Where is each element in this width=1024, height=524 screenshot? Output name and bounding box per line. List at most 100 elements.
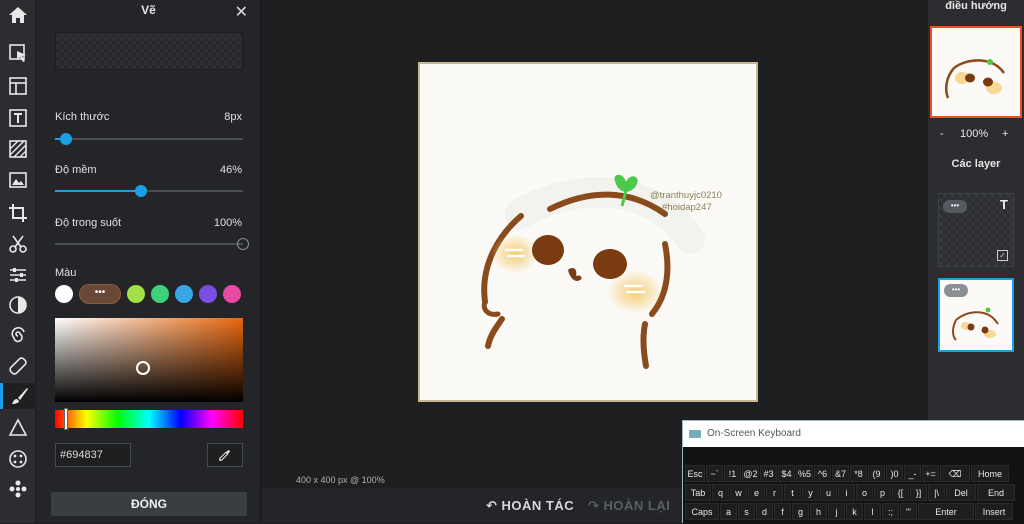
- osk-key[interactable]: s: [738, 503, 755, 520]
- swatch-active[interactable]: •••: [79, 284, 121, 304]
- contrast-icon[interactable]: [4, 292, 32, 318]
- osk-key[interactable]: g: [792, 503, 809, 520]
- osk-key[interactable]: ^6: [814, 465, 831, 482]
- swirl-icon[interactable]: [4, 323, 32, 349]
- osk-key[interactable]: u: [820, 484, 837, 501]
- opacity-slider[interactable]: [55, 238, 249, 250]
- osk-key[interactable]: o: [856, 484, 873, 501]
- osk-key[interactable]: w: [730, 484, 747, 501]
- osk-title-bar[interactable]: On-Screen Keyboard: [683, 421, 1024, 447]
- close-icon[interactable]: ✕: [235, 2, 248, 22]
- crop-icon[interactable]: [4, 200, 32, 226]
- hue-slider-thumb[interactable]: [64, 408, 68, 430]
- navigator-thumbnail[interactable]: [930, 26, 1022, 118]
- opacity-value: 100%: [213, 217, 242, 229]
- osk-key[interactable]: ⌫: [940, 465, 970, 482]
- eyedropper-icon: [219, 449, 231, 461]
- osk-key[interactable]: Caps: [685, 503, 719, 520]
- softness-slider[interactable]: [55, 185, 243, 197]
- osk-key[interactable]: p: [874, 484, 891, 501]
- drawing-canvas[interactable]: @tranthuyjc0210 #hoidap247: [418, 62, 758, 402]
- osk-key[interactable]: :;: [882, 503, 899, 520]
- osk-key[interactable]: ~`: [706, 465, 723, 482]
- osk-key[interactable]: $4: [778, 465, 795, 482]
- softness-slider-thumb[interactable]: [135, 185, 148, 197]
- hue-slider[interactable]: [55, 408, 243, 430]
- osk-key[interactable]: "': [900, 503, 917, 520]
- layer-text[interactable]: ••• T ✓: [938, 193, 1014, 267]
- osk-key[interactable]: {[: [892, 484, 909, 501]
- osk-key[interactable]: d: [756, 503, 773, 520]
- osk-key[interactable]: +=: [922, 465, 939, 482]
- osk-key[interactable]: }]: [910, 484, 927, 501]
- osk-key[interactable]: Esc: [685, 465, 705, 482]
- bandage-icon[interactable]: [4, 353, 32, 379]
- size-slider-thumb[interactable]: [60, 133, 73, 145]
- osk-key[interactable]: f: [774, 503, 791, 520]
- osk-key[interactable]: y: [802, 484, 819, 501]
- osk-key[interactable]: l: [864, 503, 881, 520]
- osk-key[interactable]: _-: [904, 465, 921, 482]
- swatch-purple[interactable]: [199, 285, 217, 303]
- osk-key[interactable]: !1: [724, 465, 741, 482]
- layer-drawing[interactable]: •••: [938, 278, 1014, 352]
- effects-icon[interactable]: [4, 476, 32, 502]
- image-icon[interactable]: [4, 167, 32, 193]
- hex-color-input[interactable]: [55, 443, 131, 467]
- layout-icon[interactable]: [4, 73, 32, 99]
- home-icon[interactable]: [4, 2, 32, 28]
- cut-icon[interactable]: [4, 231, 32, 257]
- zoom-out-button[interactable]: -: [940, 128, 944, 140]
- osk-key[interactable]: j: [828, 503, 845, 520]
- pattern-icon[interactable]: [4, 136, 32, 162]
- osk-key[interactable]: h: [810, 503, 827, 520]
- swatch-green[interactable]: [151, 285, 169, 303]
- size-slider[interactable]: [55, 133, 243, 145]
- brush-icon[interactable]: [0, 383, 36, 409]
- select-icon[interactable]: [4, 40, 32, 66]
- osk-key[interactable]: k: [846, 503, 863, 520]
- panel-title: Vẽ: [141, 3, 156, 17]
- osk-key[interactable]: e: [748, 484, 765, 501]
- layer-preview: [952, 307, 999, 341]
- layer-menu-button[interactable]: •••: [943, 200, 967, 213]
- osk-key[interactable]: )0: [886, 465, 903, 482]
- osk-key[interactable]: r: [766, 484, 783, 501]
- osk-key[interactable]: a: [720, 503, 737, 520]
- osk-key[interactable]: t: [784, 484, 801, 501]
- osk-key[interactable]: |\: [928, 484, 945, 501]
- osk-title: On-Screen Keyboard: [707, 428, 801, 439]
- osk-key[interactable]: @2: [742, 465, 759, 482]
- zoom-in-button[interactable]: +: [1002, 128, 1008, 140]
- osk-key[interactable]: i: [838, 484, 855, 501]
- shape-icon[interactable]: [4, 415, 32, 441]
- text-icon[interactable]: [4, 105, 32, 131]
- osk-key[interactable]: Insert: [975, 503, 1013, 520]
- opacity-slider-thumb[interactable]: [237, 238, 249, 250]
- osk-key[interactable]: &7: [832, 465, 849, 482]
- osk-key[interactable]: Tab: [685, 484, 711, 501]
- close-button[interactable]: ĐÓNG: [51, 492, 247, 516]
- layer-visible-checkbox[interactable]: ✓: [997, 250, 1008, 261]
- color-picker-cursor[interactable]: [136, 361, 150, 375]
- swatch-blue[interactable]: [175, 285, 193, 303]
- swatch-pink[interactable]: [223, 285, 241, 303]
- color-picker-area[interactable]: [55, 318, 243, 402]
- osk-key[interactable]: q: [712, 484, 729, 501]
- swatch-white[interactable]: [55, 285, 73, 303]
- osk-key[interactable]: Del: [946, 484, 976, 501]
- osk-key[interactable]: %5: [796, 465, 813, 482]
- osk-key[interactable]: Enter: [918, 503, 974, 520]
- osk-key[interactable]: (9: [868, 465, 885, 482]
- osk-key[interactable]: *8: [850, 465, 867, 482]
- undo-button[interactable]: ↶ HOÀN TÁC: [486, 498, 574, 514]
- dots-icon[interactable]: [4, 446, 32, 472]
- redo-button[interactable]: ↷ HOÀN LẠI: [588, 498, 670, 514]
- osk-key[interactable]: End: [977, 484, 1015, 501]
- osk-key[interactable]: #3: [760, 465, 777, 482]
- adjust-icon[interactable]: [4, 262, 32, 288]
- swatch-lime[interactable]: [127, 285, 145, 303]
- eyedropper-button[interactable]: [207, 443, 243, 467]
- size-label: Kích thước: [55, 111, 110, 123]
- osk-key[interactable]: Home: [971, 465, 1009, 482]
